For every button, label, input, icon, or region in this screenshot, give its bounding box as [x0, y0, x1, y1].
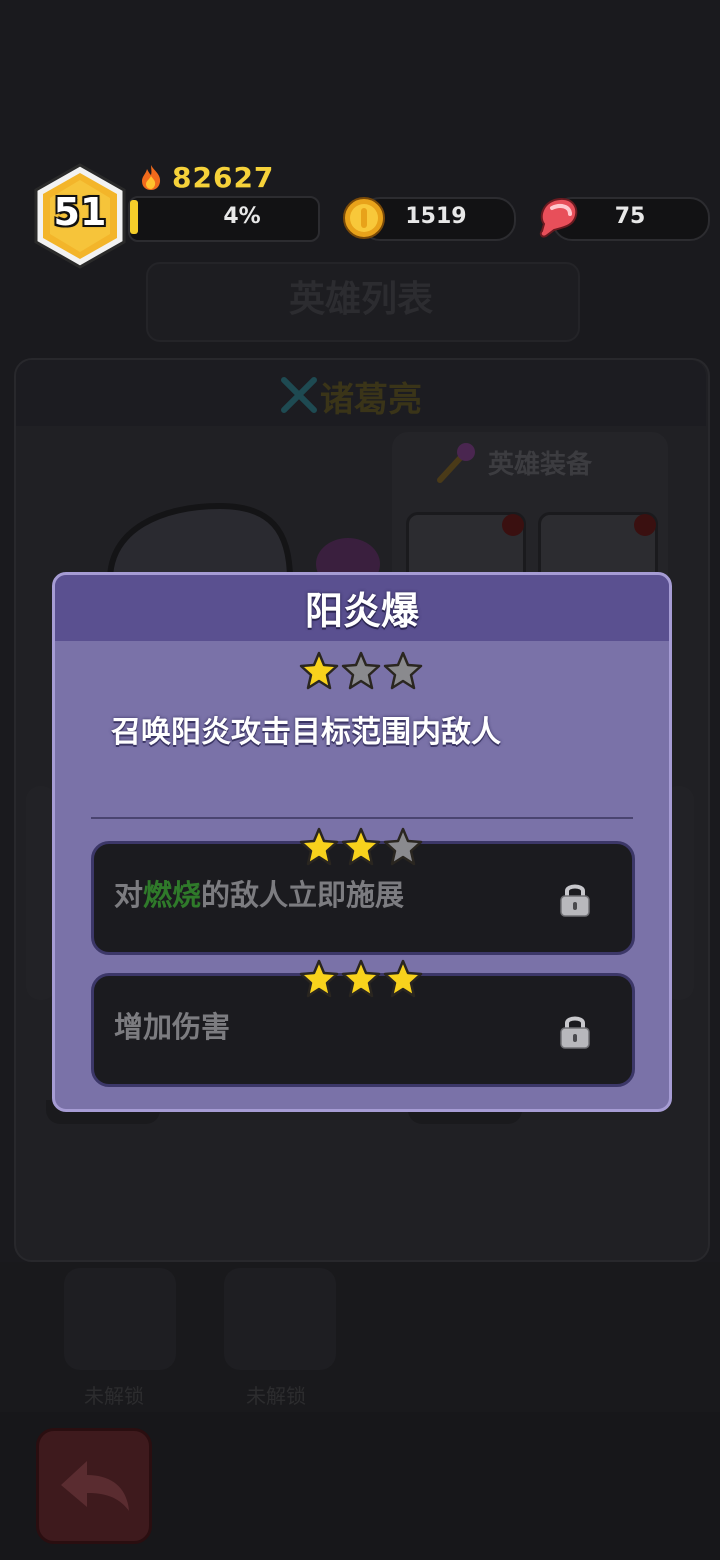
lock-icon: [560, 884, 590, 917]
meat-value: 75: [614, 204, 646, 229]
star-icon: [341, 827, 381, 866]
upgrade-text: 增加伤害: [114, 1010, 231, 1044]
skill-detail-modal: 阳炎爆 召唤阳炎攻击目标范围内敌人 对燃烧的敌人立即施展 增加伤害: [52, 572, 672, 1112]
page-title: 英雄列表: [288, 279, 433, 320]
back-arrow-icon: [61, 1461, 129, 1511]
star-icon: [341, 651, 381, 690]
upgrade-text: 对燃烧的敌人立即施展: [114, 878, 405, 912]
back-button[interactable]: [36, 1428, 152, 1544]
skill-star-rating: [299, 651, 423, 691]
star-icon: [383, 651, 423, 690]
equipment-label: 英雄装备: [488, 450, 593, 480]
tab-1-label: 未解锁: [84, 1384, 144, 1408]
tab-2-label: 未解锁: [246, 1384, 306, 1408]
tier-2-stars: [299, 827, 423, 867]
hero-portrait: [106, 502, 380, 580]
star-icon: [383, 959, 423, 998]
star-icon: [299, 959, 339, 998]
power-display: 82627: [138, 160, 274, 194]
power-value: 82627: [172, 160, 275, 194]
modal-divider: [91, 817, 633, 819]
star-icon: [341, 959, 381, 998]
lock-icon: [560, 1016, 590, 1049]
notification-dot: [502, 514, 524, 536]
star-icon: [299, 827, 339, 866]
star-icon: [383, 827, 423, 866]
meat-icon: [539, 197, 578, 238]
tier-3-stars: [299, 959, 423, 999]
skill-title: 阳炎爆: [304, 589, 419, 633]
flame-icon: [142, 165, 161, 190]
player-level: 51: [53, 190, 107, 234]
crossed-swords-icon: [281, 377, 317, 413]
highlight-keyword: 燃烧: [143, 878, 202, 912]
star-icon: [299, 651, 339, 690]
hero-name: 诸葛亮: [320, 380, 422, 420]
notification-dot: [634, 514, 656, 536]
skill-description: 召唤阳炎攻击目标范围内敌人: [111, 715, 501, 750]
xp-percent: 4%: [223, 204, 261, 229]
wand-icon: [437, 443, 475, 483]
gold-coin-icon: [343, 197, 385, 239]
tab-1-icon[interactable]: [64, 1268, 176, 1370]
coin-value: 1519: [405, 204, 467, 229]
tab-2-icon[interactable]: [224, 1268, 336, 1370]
